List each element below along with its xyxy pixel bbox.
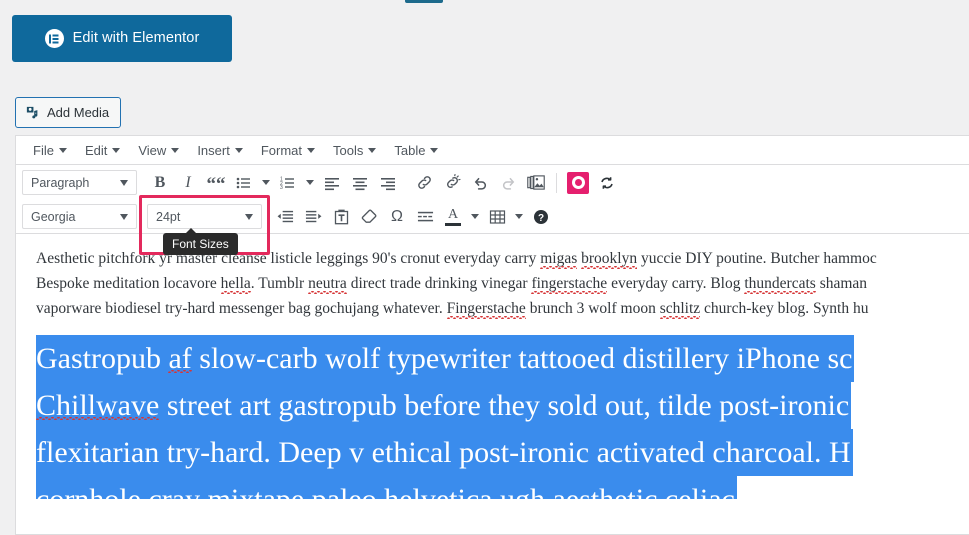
svg-text:3: 3 <box>280 185 283 191</box>
italic-button[interactable]: I <box>175 170 201 196</box>
text-color-button[interactable]: A <box>440 204 466 230</box>
font-family-value: Georgia <box>31 209 76 224</box>
refresh-icon[interactable] <box>594 170 620 196</box>
blockquote-button[interactable]: ““ <box>203 170 229 196</box>
font-family-select[interactable]: Georgia <box>22 204 137 229</box>
editor-toolbar-row-1: Paragraph B I ““ 1 2 3 <box>16 165 969 200</box>
numbered-list-dropdown[interactable] <box>303 170 317 196</box>
menu-edit-label: Edit <box>84 142 108 158</box>
table-button[interactable] <box>484 204 510 230</box>
paste-as-text-button[interactable] <box>328 204 354 230</box>
selected-line: Chillwave street art gastropub before th… <box>36 382 852 429</box>
menu-view[interactable]: View <box>129 140 188 161</box>
align-center-button[interactable] <box>347 170 373 196</box>
chevron-down-icon <box>306 180 314 185</box>
decrease-indent-button[interactable] <box>272 204 298 230</box>
chevron-down-icon <box>112 147 121 153</box>
chevron-down-icon <box>471 214 479 219</box>
align-left-button[interactable] <box>319 170 345 196</box>
table-dropdown[interactable] <box>512 204 526 230</box>
menu-view-label: View <box>138 142 167 158</box>
keyboard-shortcuts-help-icon[interactable]: ? <box>528 204 554 230</box>
menu-table[interactable]: Table <box>385 140 447 161</box>
svg-text:?: ? <box>538 213 544 224</box>
align-right-button[interactable] <box>375 170 401 196</box>
selected-line: flexitarian try-hard. Deep v ethical pos… <box>36 429 853 476</box>
menu-format-label: Format <box>260 142 302 158</box>
remove-link-button[interactable] <box>439 170 465 196</box>
text-color-swatch <box>445 223 461 226</box>
selected-line: cornhole cray mixtape paleo helvetica ug… <box>36 476 737 499</box>
bullet-list-button[interactable] <box>231 170 257 196</box>
numbered-list-button[interactable]: 1 2 3 <box>275 170 301 196</box>
read-more-button[interactable] <box>412 204 438 230</box>
chevron-down-icon <box>120 179 128 186</box>
font-size-select[interactable]: 24pt <box>147 204 262 229</box>
editor-toolbar-row-2: Georgia 24pt Font Sizes Ω A ? <box>16 195 969 255</box>
paragraph-line: vaporware biodiesel try-hard messenger b… <box>36 300 869 317</box>
chevron-down-icon <box>120 213 128 220</box>
menu-file-label: File <box>33 142 54 158</box>
editor-menubar: File Edit View Insert Format Tools Table <box>16 136 969 165</box>
chevron-down-icon <box>515 214 523 219</box>
paragraph-format-select[interactable]: Paragraph <box>22 170 137 195</box>
yoast-icon <box>571 176 585 189</box>
selected-line: Gastropub af slow-carb wolf typewriter t… <box>36 335 855 382</box>
insert-link-button[interactable] <box>411 170 437 196</box>
redo-button[interactable] <box>495 170 521 196</box>
yoast-seo-button[interactable] <box>567 171 589 194</box>
elementor-logo-icon <box>44 29 64 48</box>
bullet-list-dropdown[interactable] <box>259 170 273 196</box>
add-media-button[interactable]: Add Media <box>15 97 122 128</box>
menu-file[interactable]: File <box>24 140 76 161</box>
cutoff-button-sliver <box>405 0 443 3</box>
insert-gallery-icon[interactable] <box>523 170 549 196</box>
chevron-down-icon <box>368 147 377 153</box>
add-media-label: Add Media <box>47 105 110 120</box>
chevron-down-icon <box>262 180 270 185</box>
menu-tools-label: Tools <box>333 142 364 158</box>
paragraph-line: Bespoke meditation locavore hella. Tumbl… <box>36 275 868 292</box>
font-sizes-tooltip: Font Sizes <box>163 228 238 255</box>
chevron-down-icon <box>307 147 315 153</box>
chevron-down-icon <box>245 213 253 220</box>
chevron-down-icon <box>58 147 67 153</box>
menu-edit[interactable]: Edit <box>76 140 129 161</box>
paragraph-format-value: Paragraph <box>31 175 90 190</box>
edit-with-elementor-button[interactable]: Edit with Elementor <box>12 15 232 62</box>
selected-heading-block[interactable]: Gastropub af slow-carb wolf typewriter t… <box>36 335 855 499</box>
menu-table-label: Table <box>394 142 426 158</box>
special-character-button[interactable]: Ω <box>384 204 410 230</box>
clear-formatting-eraser-icon[interactable] <box>356 204 382 230</box>
tinymce-editor: File Edit View Insert Format Tools Table <box>15 135 969 535</box>
undo-button[interactable] <box>467 170 493 196</box>
menu-insert-label: Insert <box>197 142 230 158</box>
font-size-value: 24pt <box>156 209 181 224</box>
bold-button[interactable]: B <box>147 170 173 196</box>
text-color-dropdown[interactable] <box>468 204 482 230</box>
chevron-down-icon <box>171 147 180 153</box>
chevron-down-icon <box>234 147 243 153</box>
menu-insert[interactable]: Insert <box>188 140 252 161</box>
edit-with-elementor-label: Edit with Elementor <box>72 30 200 47</box>
media-icon <box>25 105 40 120</box>
editor-content-area[interactable]: Aesthetic pitchfork yr master cleanse li… <box>16 234 969 499</box>
menu-format[interactable]: Format <box>252 140 324 161</box>
menu-tools[interactable]: Tools <box>324 140 385 161</box>
chevron-down-icon <box>430 147 439 153</box>
increase-indent-button[interactable] <box>300 204 326 230</box>
